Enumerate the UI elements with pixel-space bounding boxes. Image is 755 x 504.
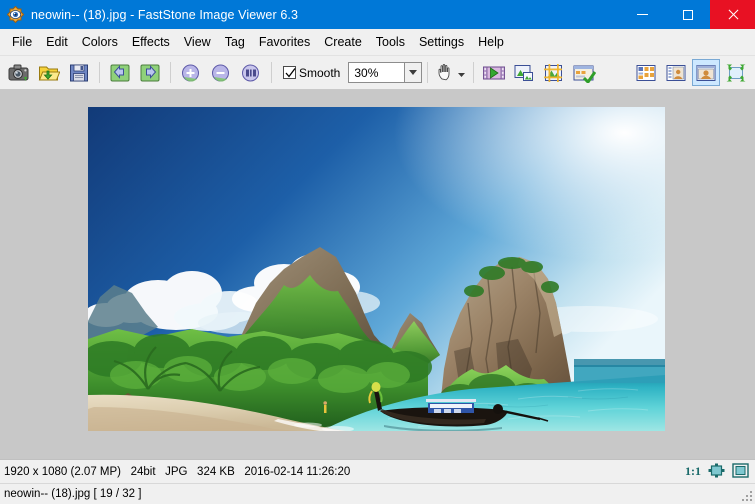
fit-window-button[interactable] [708, 463, 725, 481]
smooth-checkbox-box[interactable] [283, 66, 296, 79]
view-thumbnail-button[interactable] [632, 59, 660, 86]
view-filmstrip-button[interactable] [662, 59, 690, 86]
zoom-in-icon [182, 64, 199, 81]
title-bar: neowin-- (18).jpg - FastStone Image View… [0, 0, 755, 29]
next-arrow-icon [140, 64, 160, 81]
hand-tool-icon [438, 63, 450, 80]
image-info-text: 1920 x 1080 (2.07 MP) 24bit JPG 324 KB 2… [4, 465, 351, 478]
jpeg-lossless-button[interactable] [570, 59, 598, 86]
fullscreen-icon [732, 462, 749, 478]
beach-photo [88, 107, 665, 431]
save-button[interactable] [65, 59, 93, 86]
displayed-image[interactable] [88, 107, 665, 431]
minimize-button[interactable] [620, 0, 665, 29]
resize-button[interactable] [510, 59, 538, 86]
view-thumbnail-icon [636, 64, 656, 81]
resize-icon [514, 64, 534, 81]
zoom-in-button[interactable] [177, 59, 205, 86]
menu-item-effects[interactable]: Effects [125, 31, 177, 54]
menu-item-tag[interactable]: Tag [218, 31, 252, 54]
hand-tool-dropdown-icon[interactable] [458, 64, 466, 82]
crop-icon [544, 63, 563, 82]
file-index-bar: neowin-- (18).jpg [ 19 / 32 ] [0, 483, 755, 504]
resize-grip[interactable] [742, 491, 753, 502]
status-bar: 1920 x 1080 (2.07 MP) 24bit JPG 324 KB 2… [0, 459, 755, 483]
toolbar-separator [99, 62, 100, 83]
status-bar-right: 1:1 [685, 462, 755, 481]
menu-item-view[interactable]: View [177, 31, 218, 54]
maximize-icon [682, 9, 693, 20]
close-icon [727, 9, 739, 21]
smooth-label: Smooth [299, 65, 341, 80]
faststone-image-viewer-window: neowin-- (18).jpg - FastStone Image View… [0, 0, 755, 504]
previous-image-button[interactable] [106, 59, 134, 86]
view-mode-group [631, 59, 751, 86]
zoom-out-button[interactable] [207, 59, 235, 86]
maximize-button[interactable] [665, 0, 710, 29]
toolbar-separator [427, 62, 429, 83]
view-fullscreen-icon [726, 64, 746, 81]
menu-item-settings[interactable]: Settings [412, 31, 471, 54]
crop-button[interactable] [540, 59, 568, 86]
zoom-level-value[interactable]: 30% [348, 62, 406, 83]
zoom-level-combobox[interactable]: 30% [348, 62, 423, 83]
toolbar: Smooth 30% [0, 56, 755, 90]
fullscreen-button[interactable] [732, 462, 749, 481]
window-title: neowin-- (18).jpg - FastStone Image View… [31, 7, 298, 22]
toolbar-separator [170, 62, 171, 83]
zoom-ratio-label[interactable]: 1:1 [685, 464, 701, 479]
window-controls [620, 0, 755, 29]
previous-arrow-icon [110, 64, 130, 81]
chevron-down-icon [409, 70, 418, 75]
open-folder-button[interactable] [35, 59, 63, 86]
view-filmstrip-icon [666, 64, 686, 81]
view-single-image-icon [696, 64, 716, 81]
menu-item-help[interactable]: Help [471, 31, 511, 54]
checkmark-icon [285, 68, 296, 78]
open-folder-icon [38, 66, 60, 80]
slideshow-icon [483, 66, 506, 79]
toolbar-separator [473, 62, 475, 83]
zoom-out-icon [212, 64, 229, 81]
menu-item-favorites[interactable]: Favorites [252, 31, 317, 54]
slideshow-button[interactable] [480, 59, 508, 86]
current-file-label: neowin-- (18).jpg [ 19 / 32 ] [4, 488, 142, 500]
zoom-dropdown-button[interactable] [405, 62, 423, 83]
menu-item-edit[interactable]: Edit [39, 31, 75, 54]
close-button[interactable] [710, 0, 755, 29]
screen-capture-icon [8, 64, 29, 81]
view-single-image-button[interactable] [692, 59, 720, 86]
compare-icon [242, 64, 259, 81]
toolbar-separator [271, 62, 272, 83]
hand-tool-button[interactable] [435, 63, 468, 83]
fit-window-icon [708, 463, 725, 477]
menu-item-file[interactable]: File [5, 31, 39, 54]
screen-capture-button[interactable] [5, 59, 33, 86]
compare-images-button[interactable] [237, 59, 265, 86]
smooth-checkbox[interactable]: Smooth [283, 66, 340, 80]
next-image-button[interactable] [136, 59, 164, 86]
menu-item-colors[interactable]: Colors [75, 31, 125, 54]
menu-item-create[interactable]: Create [317, 31, 369, 54]
view-fullscreen-button[interactable] [722, 59, 750, 86]
minimize-icon [637, 14, 648, 15]
jpeg-lossless-icon [573, 65, 597, 83]
menu-item-tools[interactable]: Tools [369, 31, 412, 54]
save-icon [70, 64, 88, 81]
image-canvas[interactable] [0, 90, 755, 459]
app-icon [6, 5, 25, 24]
menu-bar: File Edit Colors Effects View Tag Favori… [0, 29, 755, 56]
